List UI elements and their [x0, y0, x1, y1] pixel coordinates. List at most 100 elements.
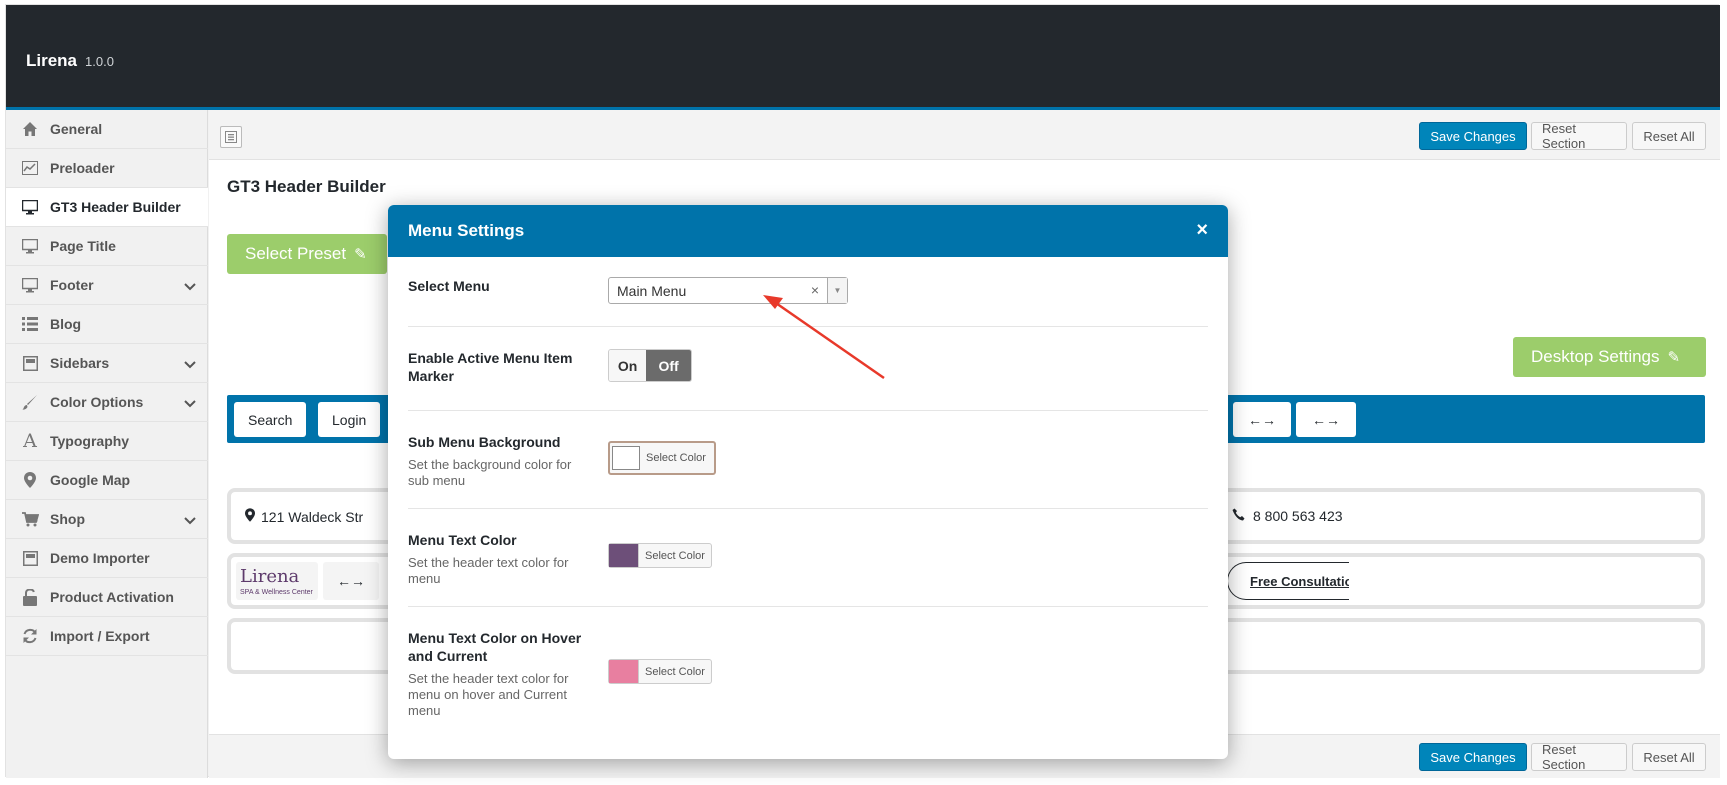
save-button[interactable]: Save Changes	[1419, 122, 1527, 150]
sidebar-item-label: Sidebars	[50, 355, 110, 371]
refresh-icon	[20, 626, 40, 646]
sidebar-item-label: Page Title	[50, 238, 116, 254]
list-icon	[225, 131, 237, 143]
sidebar-item-label: Google Map	[50, 472, 131, 488]
monitor-icon	[20, 275, 40, 295]
sidebar-item-product-activation[interactable]: Product Activation	[6, 578, 208, 617]
sidebar-item-label: Demo Importer	[50, 550, 150, 566]
consultation-label: Free Consultatio	[1250, 573, 1349, 589]
logo-name: Lirena	[240, 566, 300, 587]
monitor-icon	[20, 197, 40, 217]
sidebar-item-general[interactable]: General	[6, 110, 208, 149]
select-color-label: Select Color	[645, 665, 705, 678]
section-title: GT3 Header Builder	[227, 177, 386, 196]
submenu-bg-desc: Set the background color for sub menu	[408, 457, 572, 488]
chevron-down-icon[interactable]	[184, 356, 196, 372]
close-icon[interactable]: ×	[1196, 219, 1208, 242]
spacer-element-chip[interactable]: ←→	[1233, 402, 1291, 437]
sidebar-item-color-options[interactable]: Color Options	[6, 383, 208, 422]
sidebar-item-sidebars[interactable]: Sidebars	[6, 344, 208, 383]
submenu-bg-color-button[interactable]: Select Color	[608, 441, 716, 475]
app-brand: Lirena 1.0.0	[26, 51, 114, 71]
home-icon	[20, 119, 40, 139]
color-swatch	[609, 660, 639, 683]
monitor-icon	[20, 236, 40, 256]
list-icon	[20, 314, 40, 334]
desktop-settings-label: Desktop Settings	[1531, 347, 1660, 366]
brush-icon	[20, 392, 40, 412]
save-button[interactable]: Save Changes	[1419, 743, 1527, 771]
sidebar-item-label: Blog	[50, 316, 82, 332]
sidebar-item-import-export[interactable]: Import / Export	[6, 617, 208, 656]
reset-section-button[interactable]: Reset Section	[1531, 742, 1627, 772]
map-pin-icon	[245, 508, 255, 525]
sidebar-item-label: Typography	[50, 433, 130, 449]
select-menu-label: Select Menu	[408, 278, 490, 294]
hover-color-button[interactable]: Select Color	[608, 659, 712, 684]
sidebar-item-demo-importer[interactable]: Demo Importer	[6, 539, 208, 578]
app-version: 1.0.0	[85, 54, 114, 69]
content-toolbar: Save Changes Reset Section Reset All	[209, 110, 1720, 160]
screenshot-frame: Lirena 1.0.0 General Preloader GT3 Header…	[0, 0, 1727, 785]
hover-color-label: Menu Text Color on Hover and Current	[408, 630, 582, 664]
spacer-element-chip[interactable]: ←→	[323, 562, 379, 600]
phone-element[interactable]: 8 800 563 423	[1232, 508, 1343, 524]
hover-color-desc: Set the header text color for menu on ho…	[408, 671, 569, 718]
chevron-down-icon[interactable]	[184, 278, 196, 294]
sidebar-item-preloader[interactable]: Preloader	[6, 149, 208, 188]
app-name: Lirena	[26, 51, 78, 70]
layout-icon	[20, 353, 40, 373]
logo-tagline: SPA & Wellness Center	[240, 589, 313, 596]
select-color-label: Select Color	[645, 549, 705, 562]
sidebar-item-typography[interactable]: A Typography	[6, 422, 208, 461]
font-icon: A	[23, 430, 37, 452]
sidebar-item-blog[interactable]: Blog	[6, 305, 208, 344]
sidebar-item-label: Shop	[50, 511, 85, 527]
pencil-icon: ✎	[1667, 349, 1681, 366]
sidebar-item-label: Footer	[50, 277, 94, 293]
desktop-settings-button[interactable]: Desktop Settings ✎	[1513, 337, 1706, 377]
phone-text: 8 800 563 423	[1253, 508, 1343, 524]
chevron-down-icon[interactable]	[184, 512, 196, 528]
reset-all-button[interactable]: Reset All	[1632, 743, 1706, 771]
phone-icon	[1232, 508, 1245, 524]
login-element-chip[interactable]: Login	[318, 402, 381, 437]
sidebar-item-gt3-header-builder[interactable]: GT3 Header Builder	[6, 188, 208, 227]
active-marker-toggle[interactable]: On Off	[608, 349, 692, 382]
select-preset-label: Select Preset	[245, 244, 347, 263]
toggle-on-option[interactable]: On	[609, 350, 647, 381]
address-element[interactable]: 121 Waldeck Str	[245, 508, 363, 525]
annotation-arrow-icon	[763, 295, 885, 380]
logo-element[interactable]: Lirena SPA & Wellness Center	[236, 562, 318, 600]
select-color-label: Select Color	[646, 452, 706, 464]
text-color-button[interactable]: Select Color	[608, 543, 712, 568]
spacer-element-chip[interactable]: ←→	[1296, 402, 1356, 437]
menu-settings-modal: Menu Settings × Select Menu Main Menu × …	[388, 205, 1228, 759]
sidebar-item-label: Import / Export	[50, 628, 150, 644]
modal-header: Menu Settings ×	[388, 205, 1228, 257]
text-color-row: Menu Text Color Set the header text colo…	[408, 509, 1208, 607]
consultation-button-element[interactable]: Free Consultatio	[1227, 562, 1349, 600]
toggle-off-option[interactable]: Off	[646, 350, 691, 381]
expand-options-button[interactable]	[220, 126, 242, 148]
text-color-label: Menu Text Color	[408, 532, 517, 548]
modal-title: Menu Settings	[408, 221, 525, 240]
reset-section-button[interactable]: Reset Section	[1531, 121, 1627, 151]
select-preset-button[interactable]: Select Preset ✎	[227, 234, 387, 274]
submenu-bg-row: Sub Menu Background Set the background c…	[408, 411, 1208, 509]
cart-icon	[20, 509, 40, 529]
sidebar-item-label: Product Activation	[50, 589, 174, 605]
sidebar-item-label: Preloader	[50, 160, 115, 176]
sidebar-item-google-map[interactable]: Google Map	[6, 461, 208, 500]
select-menu-value: Main Menu	[617, 283, 687, 299]
sidebar-item-shop[interactable]: Shop	[6, 500, 208, 539]
address-text: 121 Waldeck Str	[261, 508, 364, 525]
sidebar-item-page-title[interactable]: Page Title	[6, 227, 208, 266]
sidebar-item-label: General	[50, 121, 103, 137]
chevron-down-icon[interactable]	[184, 395, 196, 411]
submenu-bg-label: Sub Menu Background	[408, 434, 561, 450]
sidebar-item-footer[interactable]: Footer	[6, 266, 208, 305]
reset-all-button[interactable]: Reset All	[1632, 122, 1706, 150]
search-element-chip[interactable]: Search	[234, 402, 307, 437]
unlock-icon	[20, 587, 40, 607]
